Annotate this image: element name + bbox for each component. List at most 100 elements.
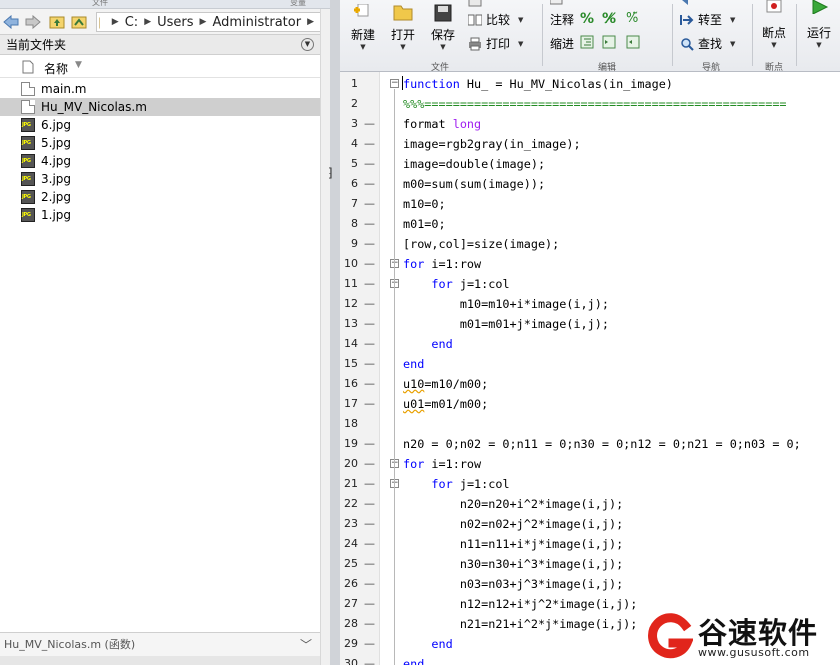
code-line[interactable]: 16 — u10=m10/m00; [340, 374, 840, 394]
file-row[interactable]: 3.jpg [0, 170, 320, 188]
decrease-indent-button[interactable] [626, 35, 644, 49]
code-fold-toggle-icon[interactable]: − [390, 79, 399, 88]
breadcrumb-c[interactable]: C: [125, 15, 138, 30]
breakpoint-marker[interactable]: — [364, 474, 375, 494]
new-button[interactable]: 新建 ▼ [348, 3, 378, 51]
breakpoint-marker[interactable]: — [364, 154, 375, 174]
compare-button[interactable]: 比较 ▼ [467, 11, 523, 28]
breakpoint-marker[interactable]: — [364, 554, 375, 574]
code-line[interactable]: 7 — m10=0; [340, 194, 840, 214]
chevron-down-icon[interactable]: ﹀ [300, 633, 312, 657]
breakpoint-marker[interactable]: — [364, 594, 375, 614]
code-line[interactable]: 15 — end [340, 354, 840, 374]
file-row[interactable]: main.m [0, 80, 320, 98]
code-line[interactable]: 5 — image=double(image); [340, 154, 840, 174]
pane-splitter[interactable]: ⁆ [328, 0, 340, 665]
wrap-comment-button[interactable]: %̃ [626, 11, 648, 26]
code-line[interactable]: 21—− for j=1:col [340, 474, 840, 494]
breakpoint-marker[interactable]: — [364, 394, 375, 414]
breakpoint-marker[interactable]: — [364, 494, 375, 514]
breakpoint-marker[interactable]: — [364, 514, 375, 534]
comment-percent-button[interactable]: % [580, 11, 600, 27]
code-line[interactable]: 11—− for j=1:col [340, 274, 840, 294]
breakpoint-marker[interactable]: — [364, 314, 375, 334]
code-line[interactable]: 14 — end [340, 334, 840, 354]
code-line[interactable]: 17 — u01=m01/m00; [340, 394, 840, 414]
file-row[interactable]: 1.jpg [0, 206, 320, 224]
breakpoint-marker[interactable]: — [364, 634, 375, 654]
back-arrow-icon[interactable] [2, 13, 20, 31]
code-line[interactable]: 10—−for i=1:row [340, 254, 840, 274]
breadcrumb[interactable]: ▶ C: ▶ Users ▶ Administrator ▶ D [96, 12, 330, 32]
comment-button[interactable]: 注释 [550, 11, 574, 28]
breakpoint-marker[interactable]: — [364, 654, 375, 665]
breadcrumb-users[interactable]: Users [157, 15, 193, 30]
file-row[interactable]: 4.jpg [0, 152, 320, 170]
code-line[interactable]: 4 — image=rgb2gray(in_image); [340, 134, 840, 154]
code-line[interactable]: 8 — m01=0; [340, 214, 840, 234]
file-row[interactable]: 2.jpg [0, 188, 320, 206]
print-label: 打印 [486, 37, 511, 51]
breakpoint-marker[interactable]: — [364, 454, 375, 474]
smart-indent-button[interactable] [580, 35, 598, 49]
breakpoint-marker[interactable]: — [364, 534, 375, 554]
breakpoint-marker[interactable]: — [364, 174, 375, 194]
name-column-header[interactable]: 名称 ▼ [0, 56, 320, 78]
run-button[interactable]: 运行 ▼ [802, 0, 836, 49]
code-line[interactable]: 20—−for i=1:row [340, 454, 840, 474]
code-line[interactable]: 18 [340, 414, 840, 434]
breakpoint-marker[interactable]: — [364, 194, 375, 214]
code-line[interactable]: 12 — m10=m10+i*image(i,j); [340, 294, 840, 314]
up-folder-icon[interactable] [48, 13, 66, 31]
print-button[interactable]: 打印 ▼ [468, 35, 523, 52]
indent-button[interactable]: 缩进 [550, 35, 574, 52]
code-line[interactable]: 25 — n30=n30+i^3*image(i,j); [340, 554, 840, 574]
file-row[interactable]: 5.jpg [0, 134, 320, 152]
breakpoint-marker[interactable]: — [364, 334, 375, 354]
breakpoint-marker[interactable]: — [364, 214, 375, 234]
breakpoint-marker[interactable]: — [364, 294, 375, 314]
increase-indent-button[interactable] [602, 35, 620, 49]
code-line[interactable]: 3 — format long [340, 114, 840, 134]
breadcrumb-administrator[interactable]: Administrator [212, 15, 301, 30]
code-line[interactable]: 23 — n02=n02+j^2*image(i,j); [340, 514, 840, 534]
file-details-bar[interactable]: Hu_MV_Nicolas.m (函数) ﹀ [0, 632, 320, 656]
open-button[interactable]: 打开 ▼ [388, 4, 418, 51]
find-button[interactable]: 查找 ▼ [680, 35, 735, 52]
panel-menu-icon[interactable]: ▼ [301, 38, 314, 51]
line-number: 20 [344, 457, 358, 470]
insert-button[interactable] [549, 0, 568, 6]
breakpoint-marker[interactable]: — [364, 234, 375, 254]
code-line[interactable]: 19 — n20 = 0;n02 = 0;n11 = 0;n30 = 0;n12 =… [340, 434, 840, 454]
file-row[interactable]: 6.jpg [0, 116, 320, 134]
breakpoint-marker[interactable]: — [364, 574, 375, 594]
code-line[interactable]: 26 — n03=n03+j^3*image(i,j); [340, 574, 840, 594]
code-line[interactable]: 1 − function Hu_ = Hu_MV_Nicolas(in_image) [340, 74, 840, 94]
breakpoint-marker[interactable]: — [364, 254, 375, 274]
code-editor[interactable]: 1 − function Hu_ = Hu_MV_Nicolas(in_image)… [340, 72, 840, 665]
breakpoint-marker[interactable]: — [364, 274, 375, 294]
find-files-button[interactable] [468, 0, 486, 8]
breakpoint-marker[interactable]: — [364, 134, 375, 154]
uncomment-button[interactable]: %̸ [602, 11, 624, 27]
forward-arrow-icon[interactable] [24, 13, 42, 31]
breakpoint-marker[interactable]: — [364, 434, 375, 454]
go-back-button[interactable] [680, 0, 698, 7]
code-line[interactable]: 24 — n11=n11+i*j*image(i,j); [340, 534, 840, 554]
file-row[interactable]: Hu_MV_Nicolas.m [0, 98, 320, 116]
breakpoint-marker[interactable]: — [364, 114, 375, 134]
browse-folder-icon[interactable] [70, 13, 88, 31]
current-folder-header: 当前文件夹 ▼ [0, 35, 320, 55]
left-scrollbar[interactable] [320, 9, 330, 665]
code-line[interactable]: 13 — m01=m01+j*image(i,j); [340, 314, 840, 334]
save-button[interactable]: 保存 ▼ [428, 4, 458, 51]
breakpoints-button[interactable]: 断点 ▼ [758, 0, 790, 49]
breakpoint-marker[interactable]: — [364, 354, 375, 374]
code-line[interactable]: 22 — n20=n20+i^2*image(i,j); [340, 494, 840, 514]
code-line[interactable]: 6 — m00=sum(sum(image)); [340, 174, 840, 194]
code-line[interactable]: 9 — [row,col]=size(image); [340, 234, 840, 254]
goto-button[interactable]: 转至 ▼ [680, 11, 735, 28]
breakpoint-marker[interactable]: — [364, 614, 375, 634]
code-line[interactable]: 2 %%%====================================… [340, 94, 840, 114]
breakpoint-marker[interactable]: — [364, 374, 375, 394]
